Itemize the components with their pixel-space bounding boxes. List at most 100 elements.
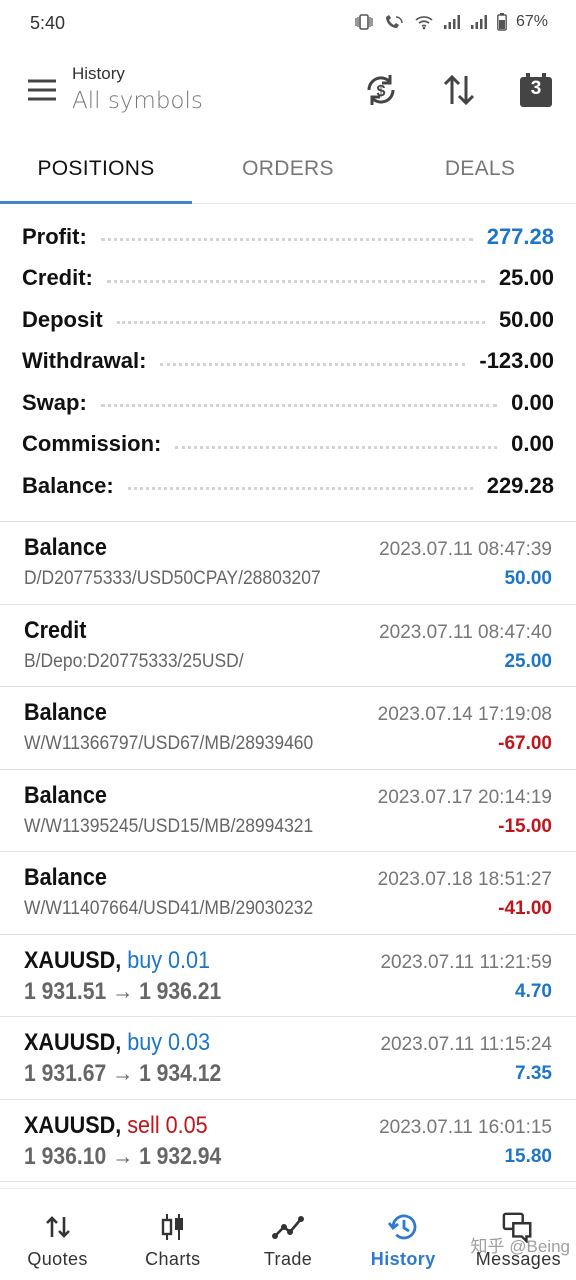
trade-symbol: XAUUSD, [24, 946, 122, 974]
dotted-leader [116, 321, 485, 325]
record-type: Balance [24, 534, 107, 561]
trade-profit: 7.35 [515, 1063, 552, 1084]
nav-label: History [370, 1249, 436, 1269]
trade-action: buy 0.03 [127, 1029, 211, 1056]
record-type: Balance [24, 699, 107, 726]
dotted-leader [160, 362, 466, 366]
summary-label: Balance: [22, 472, 114, 498]
summary-label: Withdrawal: [22, 348, 147, 374]
tab-orders[interactable]: ORDERS [192, 140, 384, 203]
summary-value: 0.00 [511, 431, 554, 457]
wifi-icon [414, 14, 434, 30]
trade-time: 2023.07.11 16:01:15 [379, 1116, 552, 1138]
record-amount: -15.00 [498, 815, 552, 837]
list-item[interactable]: Credit B/Depo:D20775333/25USD/ 2023.07.1… [0, 605, 576, 687]
quotes-icon [42, 1211, 74, 1243]
trade-profit: 15.80 [504, 1145, 552, 1167]
summary-value: -123.00 [479, 348, 554, 374]
trade-action: buy 0.01 [127, 946, 211, 974]
sort-button[interactable] [439, 70, 479, 110]
charts-icon [157, 1211, 189, 1243]
trade-row[interactable]: XAUUSD, buy 0.03 1 931.67 → 1 934.12 202… [0, 1017, 576, 1100]
status-bar: 5:40 67% [0, 0, 576, 48]
record-comment: W/W11395245/USD15/MB/28994321 [24, 815, 314, 837]
record-comment: W/W11366797/USD67/MB/28939460 [24, 733, 314, 754]
page-title: History [72, 64, 125, 83]
record-amount: -67.00 [498, 733, 552, 754]
trade-title: XAUUSD, sell 0.05 [24, 1112, 208, 1140]
trade-prices: 1 931.67 → 1 934.12 [24, 1060, 222, 1087]
trade-action: sell 0.05 [127, 1111, 208, 1139]
summary-panel: Profit: 277.28 Credit: 25.00 Deposit 50.… [0, 216, 576, 507]
summary-value: 0.00 [511, 389, 554, 415]
dotted-leader [100, 238, 473, 242]
vibrate-icon [354, 14, 374, 30]
record-time: 2023.07.17 20:14:19 [377, 786, 552, 808]
currency-exchange-button[interactable]: $ [361, 70, 401, 110]
wifi-call-icon [383, 14, 405, 30]
dotted-leader [100, 404, 498, 408]
trade-time: 2023.07.11 11:21:59 [380, 951, 552, 973]
record-time: 2023.07.11 08:47:39 [379, 539, 552, 560]
signal-icon-1 [443, 14, 461, 30]
history-icon [387, 1211, 419, 1243]
record-comment: W/W11407664/USD41/MB/29030232 [24, 898, 314, 919]
menu-button[interactable] [24, 72, 60, 108]
symbol-filter: All symbols [72, 88, 203, 114]
battery-percent: 67% [515, 13, 548, 30]
record-amount: 25.00 [504, 650, 552, 672]
trade-symbol: XAUUSD, [24, 1029, 122, 1056]
trade-symbol: XAUUSD, [24, 1111, 122, 1139]
trade-icon [272, 1211, 304, 1243]
nav-trade[interactable]: Trade [230, 1189, 345, 1280]
summary-value: 229.28 [486, 472, 554, 498]
nav-label: Charts [145, 1249, 201, 1269]
nav-label: Trade [263, 1249, 313, 1269]
watermark: 知乎 @Being [470, 1237, 570, 1256]
list-item[interactable]: Balance W/W11407664/USD41/MB/29030232 20… [0, 852, 576, 935]
summary-row-balance: Balance: 229.28 [0, 465, 576, 507]
list-item[interactable]: Balance D/D20775333/USD50CPAY/28803207 2… [0, 522, 576, 605]
status-icons: 67% [354, 13, 548, 31]
status-time: 5:40 [30, 13, 66, 33]
record-type: Balance [24, 864, 107, 891]
record-amount: 50.00 [504, 568, 552, 589]
currency-exchange-icon: $ [367, 75, 395, 105]
trade-profit: 4.70 [515, 980, 552, 1002]
summary-row-swap: Swap: 0.00 [0, 382, 576, 424]
record-time: 2023.07.18 18:51:27 [377, 869, 552, 890]
nav-history[interactable]: History [346, 1189, 461, 1280]
summary-value: 277.28 [486, 223, 554, 249]
summary-label: Profit: [22, 223, 87, 249]
hamburger-icon [28, 79, 56, 101]
summary-label: Credit: [22, 265, 93, 291]
title-block[interactable]: History All symbols [72, 64, 203, 118]
tab-positions[interactable]: POSITIONS [0, 140, 192, 204]
trade-time: 2023.07.11 11:15:24 [380, 1034, 552, 1055]
record-comment: D/D20775333/USD50CPAY/28803207 [24, 568, 321, 589]
trade-prices: 1 931.51 → 1 936.21 [24, 977, 222, 1005]
svg-text:$: $ [377, 83, 386, 100]
trade-title: XAUUSD, buy 0.03 [24, 1029, 210, 1057]
record-type: Credit [24, 616, 87, 644]
history-list: Balance D/D20775333/USD50CPAY/28803207 2… [0, 522, 576, 1182]
tab-deals[interactable]: DEALS [384, 140, 576, 203]
summary-row-deposit: Deposit 50.00 [0, 299, 576, 341]
nav-charts[interactable]: Charts [115, 1189, 230, 1280]
summary-label: Swap: [22, 389, 87, 415]
nav-quotes[interactable]: Quotes [0, 1189, 115, 1280]
tab-bar: POSITIONS ORDERS DEALS [0, 140, 576, 204]
summary-value: 50.00 [498, 306, 554, 332]
record-time: 2023.07.14 17:19:08 [377, 704, 552, 725]
summary-row-profit: Profit: 277.28 [0, 216, 576, 258]
trade-title: XAUUSD, buy 0.01 [24, 947, 210, 975]
nav-label: Quotes [27, 1249, 88, 1269]
dotted-leader [175, 445, 498, 449]
toolbar: History All symbols $ 3 [0, 56, 576, 132]
list-item[interactable]: Balance W/W11395245/USD15/MB/28994321 20… [0, 770, 576, 852]
summary-value: 25.00 [498, 265, 554, 291]
calendar-button[interactable]: 3 [516, 70, 556, 110]
trade-row[interactable]: XAUUSD, buy 0.01 1 931.51 → 1 936.21 202… [0, 935, 576, 1017]
list-item[interactable]: Balance W/W11366797/USD67/MB/28939460 20… [0, 687, 576, 770]
trade-row[interactable]: XAUUSD, sell 0.05 1 936.10 → 1 932.94 20… [0, 1100, 576, 1182]
